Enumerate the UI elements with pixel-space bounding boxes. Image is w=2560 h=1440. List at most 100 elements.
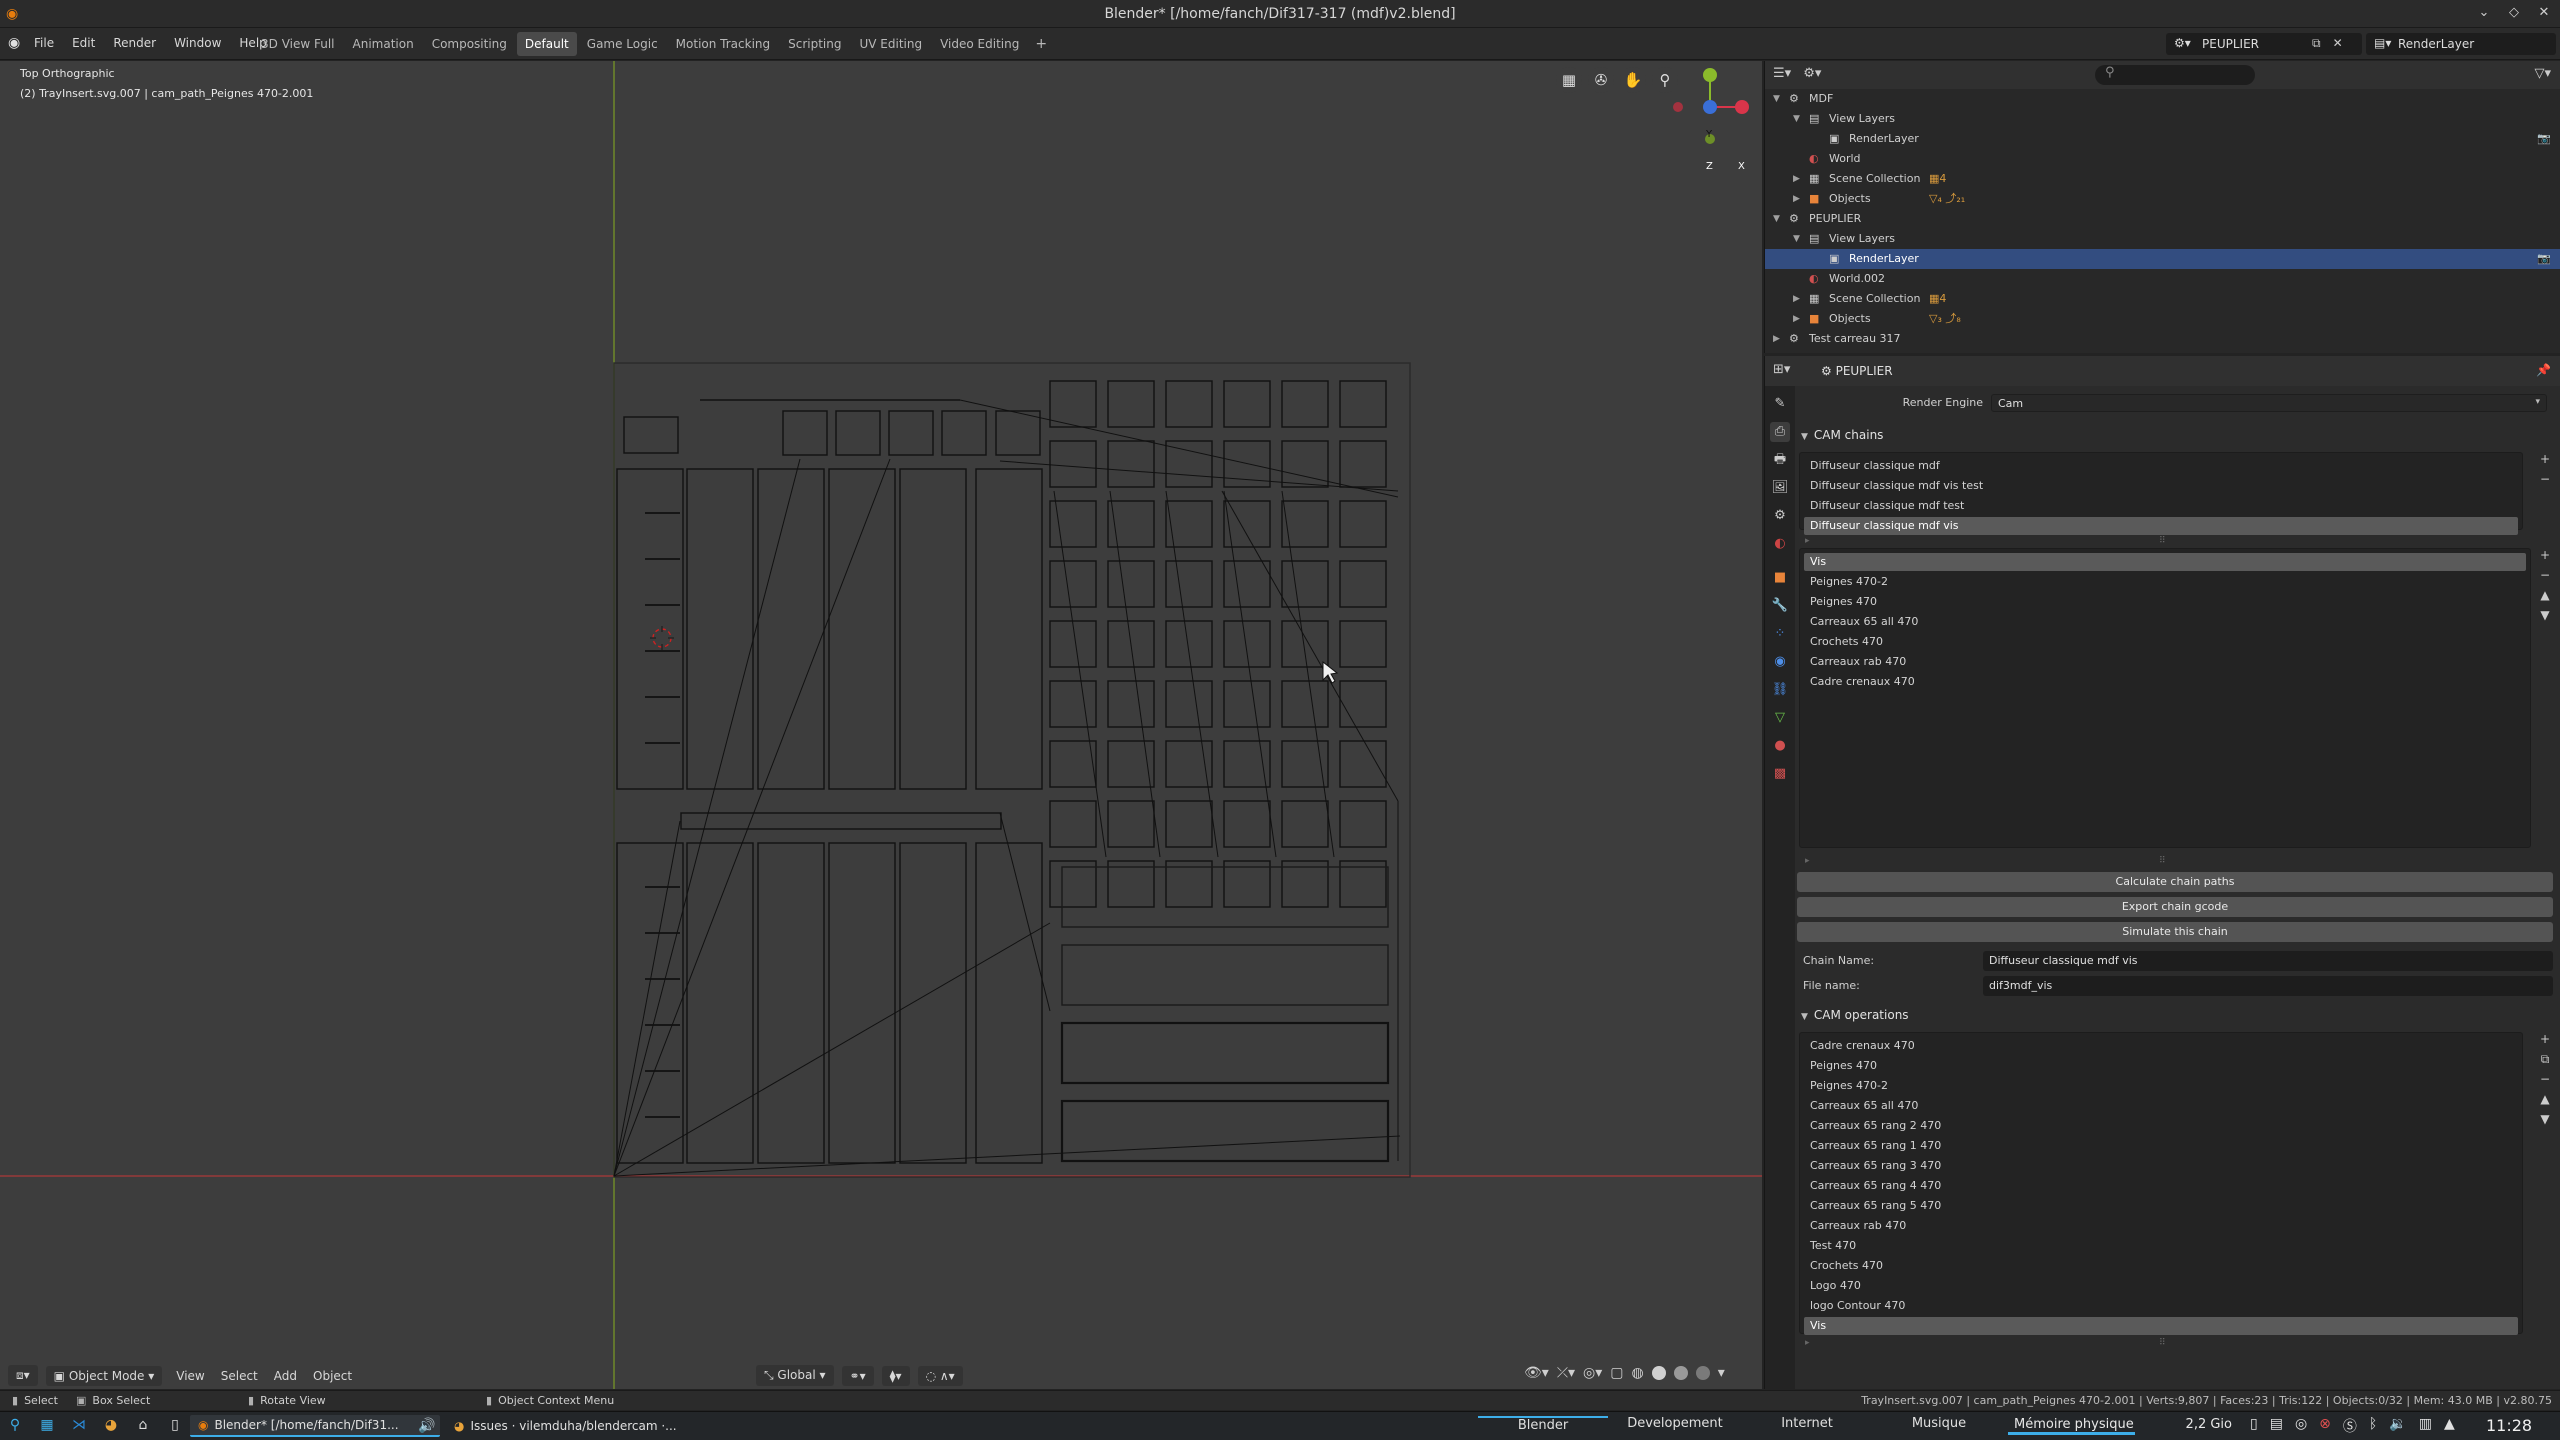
modifier-tab-icon[interactable]: 🔧 [1770,596,1790,616]
data-tab-icon[interactable]: ▽ [1770,708,1790,728]
overlay-icon[interactable]: ◎▾ [1583,1365,1602,1381]
outliner-row[interactable]: ▼ ⚙ MDF [1765,89,2560,109]
world-tab-icon[interactable]: ◐ [1770,534,1790,554]
operation-list-item[interactable]: Carreaux 65 rang 2 470 [1804,1117,2518,1135]
wireframe-shading-icon[interactable]: ◍ [1632,1365,1644,1381]
viewport-menu-view[interactable]: View [170,1366,210,1386]
tab-uv-editing[interactable]: UV Editing [852,32,931,56]
camera-view-icon[interactable]: ✇ [1588,67,1614,93]
child-count-badge[interactable]: ▽₄ ⤴₂₁ [1929,189,1965,209]
view-layer-tab-icon[interactable]: 🖼 [1770,478,1790,498]
document-icon[interactable]: ▯ [166,1416,184,1434]
mode-selector[interactable]: ▣ Object Mode ▾ [45,1365,163,1386]
operation-list-item[interactable]: Cadre crenaux 470 [1804,1037,2518,1055]
operation-list-item[interactable]: Carreaux 65 rang 5 470 [1804,1197,2518,1215]
operation-list-item[interactable]: logo Contour 470 [1804,1297,2518,1315]
solid-shading-icon[interactable] [1651,1366,1666,1380]
simulate-chain-button[interactable]: Simulate this chain [1797,922,2553,942]
move-up-icon[interactable]: ▲ [2537,588,2553,606]
proportional-edit-icon[interactable]: ◌ ∧▾ [917,1365,963,1386]
cam-operations-panel-header[interactable]: ▼ CAM operations [1801,1008,1909,1022]
viewport-canvas[interactable] [0,61,1762,1389]
add-operation-icon[interactable]: + [2537,1032,2553,1050]
task-blender[interactable]: ◉ Blender* [/home/fanch/Dif31... [190,1415,440,1437]
notification-icon[interactable]: ⊗ [2319,1416,2331,1436]
object-tab-icon[interactable]: ■ [1770,568,1790,588]
desktop-blender[interactable]: Blender [1478,1416,1608,1433]
gizmo-toggle-icon[interactable]: ⤫▾ [1557,1365,1575,1381]
file-manager-icon[interactable]: ▦ [38,1416,56,1434]
outliner-row[interactable]: ▶ ⚙ Test carreau 317 [1765,329,2560,349]
bluetooth-icon[interactable]: ᛒ [2369,1416,2377,1436]
tab-video-editing[interactable]: Video Editing [932,32,1027,56]
desktop-internet[interactable]: Internet [1742,1416,1872,1431]
tab-scripting[interactable]: Scripting [780,32,849,56]
add-chain-icon[interactable]: + [2537,452,2553,470]
new-scene-icon[interactable]: ⧉ [2312,36,2321,51]
home-icon[interactable]: ⌂ [134,1416,152,1434]
outliner-row[interactable]: ▶ ▦ Scene Collection ▦4 [1765,289,2560,309]
material-shading-icon[interactable] [1673,1366,1688,1380]
operation-list-item[interactable]: Carreaux 65 rang 1 470 [1804,1137,2518,1155]
child-count-badge[interactable]: ▦4 [1929,289,1946,309]
desktop-musique[interactable]: Musique [1874,1416,2004,1431]
chain-operation-item[interactable]: Peignes 470 [1804,593,2526,611]
cam-chains-list[interactable]: Diffuseur classique mdf Diffuseur classiq… [1799,452,2523,535]
3d-viewport[interactable]: Top Orthographic (2) TrayInsert.svg.007 … [0,61,1762,1389]
cam-operations-list[interactable]: Cadre crenaux 470 Peignes 470 Peignes 470-… [1799,1032,2523,1335]
task-browser[interactable]: ◕ Issues · vilemduha/blendercam ·... [446,1415,696,1437]
add-operation-icon[interactable]: + [2537,548,2553,566]
outliner-row[interactable]: ▼ ▤ View Layers [1765,109,2560,129]
editor-type-icon[interactable]: ⊞▾ [1773,362,1790,377]
chain-list-item[interactable]: Diffuseur classique mdf vis [1804,517,2518,535]
material-tab-icon[interactable]: ● [1770,736,1790,756]
expand-open-icon[interactable]: ▼ [1773,209,1785,229]
view-layer-selector[interactable]: ▤▾ RenderLayer [2366,33,2556,55]
operation-list-item[interactable]: Carreaux 65 all 470 [1804,1097,2518,1115]
outliner-row[interactable]: ▶ ▦ Scene Collection ▦4 [1765,169,2560,189]
move-down-icon[interactable]: ▼ [2537,608,2553,626]
remove-operation-icon[interactable]: − [2537,1072,2553,1090]
expand-closed-icon[interactable]: ▶ [1793,289,1805,309]
volume-icon[interactable]: 🔉 [2389,1416,2406,1436]
vscode-icon[interactable]: ⋊ [70,1416,88,1434]
outliner-search-input[interactable]: ⚲ [2095,65,2255,85]
export-chain-gcode-button[interactable]: Export chain gcode [1797,897,2553,917]
operation-list-item[interactable]: Vis [1804,1317,2518,1335]
menu-edit[interactable]: Edit [72,36,95,50]
desktop-developement[interactable]: Developement [1610,1416,1740,1431]
expand-open-icon[interactable]: ▼ [1773,89,1785,109]
list-options-icon[interactable]: ▸ [1805,856,1810,866]
visibility-icon[interactable]: 👁▾ [1524,1365,1549,1381]
zoom-icon[interactable]: ⚲ [1652,67,1678,93]
operation-list-item[interactable]: Carreaux 65 rang 4 470 [1804,1177,2518,1195]
delete-scene-icon[interactable]: ✕ [2333,36,2343,51]
render-toggle-icon[interactable]: 📷 [2537,129,2551,149]
operation-list-item[interactable]: Peignes 470 [1804,1057,2518,1075]
tab-default[interactable]: Default [516,32,577,56]
viewport-menu-select[interactable]: Select [215,1366,264,1386]
tab-animation[interactable]: Animation [345,32,422,56]
viewport-menu-add[interactable]: Add [268,1366,303,1386]
tab-motion-tracking[interactable]: Motion Tracking [668,32,778,56]
menu-file[interactable]: File [34,36,54,50]
copy-operation-icon[interactable]: ⧉ [2537,1052,2553,1070]
physics-tab-icon[interactable]: ◉ [1770,652,1790,672]
chain-name-field[interactable]: Diffuseur classique mdf vis [1983,951,2553,971]
tab-compositing[interactable]: Compositing [424,32,515,56]
tab-game-logic[interactable]: Game Logic [579,32,666,56]
editor-type-icon[interactable]: ☰▾ [1773,66,1791,81]
move-up-icon[interactable]: ▲ [2537,1092,2553,1110]
chain-operations-list[interactable]: Vis Peignes 470-2 Peignes 470 Carreaux 65 a… [1799,548,2531,848]
output-tab-icon[interactable]: 🖶 [1770,450,1790,470]
operation-list-item[interactable]: Peignes 470-2 [1804,1077,2518,1095]
expand-closed-icon[interactable]: ▶ [1773,329,1785,349]
viewport-menu-object[interactable]: Object [307,1366,358,1386]
chain-operation-item[interactable]: Crochets 470 [1804,633,2526,651]
constraints-tab-icon[interactable]: ⛓ [1770,680,1790,700]
outliner-row[interactable]: ▶ ■ Objects ▽₄ ⤴₂₁ [1765,189,2560,209]
menu-render[interactable]: Render [113,36,156,50]
chain-list-item[interactable]: Diffuseur classique mdf test [1804,497,2518,515]
app-menu-icon[interactable]: ⚲ [6,1416,24,1434]
chrome-icon[interactable]: ◕ [102,1416,120,1434]
